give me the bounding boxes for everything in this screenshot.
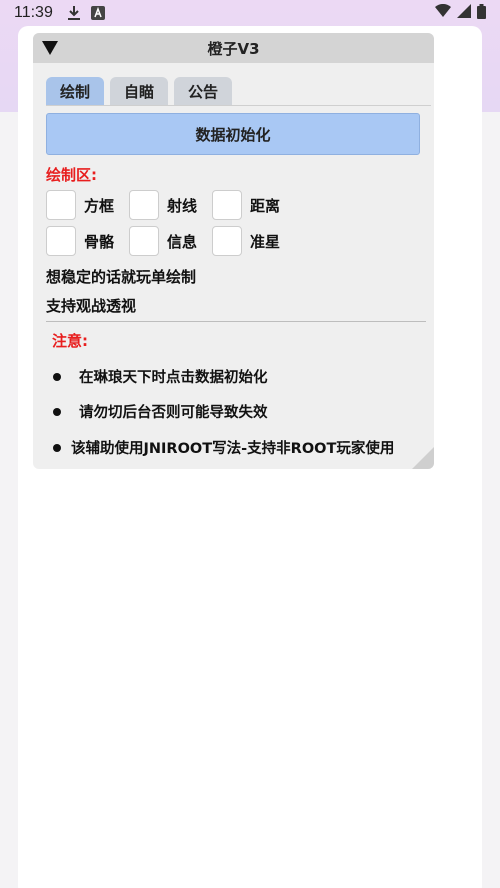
checkbox-row-1: 方框 射线 距离 <box>46 190 295 220</box>
checkbox-label: 距离 <box>250 196 281 215</box>
checkbox-distance[interactable] <box>212 190 242 220</box>
notice-text: 请勿切后台否则可能导致失效 <box>79 405 268 421</box>
window-header[interactable]: 橙子V3 <box>33 33 434 63</box>
status-bar: 11:39 <box>0 0 500 26</box>
download-icon <box>67 5 81 21</box>
status-time: 11:39 <box>14 4 53 21</box>
hint-text-2: 支持观战透视 <box>46 297 137 315</box>
signal-icon <box>457 4 471 22</box>
checkbox-item-box[interactable]: 方框 <box>46 190 129 220</box>
checkbox-item-skeleton[interactable]: 骨骼 <box>46 226 129 256</box>
tab-bar: 绘制 自瞄 公告 <box>46 77 233 105</box>
tab-draw[interactable]: 绘制 <box>46 77 105 105</box>
checkbox-ray[interactable] <box>129 190 159 220</box>
tab-aim[interactable]: 自瞄 <box>110 77 169 105</box>
checkbox-skeleton[interactable] <box>46 226 76 256</box>
window-title: 橙子V3 <box>207 39 260 58</box>
draw-section-label: 绘制区: <box>46 166 97 184</box>
notice-item: 该辅助使用JNIROOT写法-支持非ROOT玩家使用 <box>53 437 394 458</box>
bullet-dot-icon <box>53 443 61 452</box>
checkbox-label: 方框 <box>84 196 115 215</box>
checkbox-label: 准星 <box>250 232 281 251</box>
hint-text-1: 想稳定的话就玩单绘制 <box>46 268 197 286</box>
checkbox-item-ray[interactable]: 射线 <box>129 190 212 220</box>
checkbox-label: 射线 <box>167 196 198 215</box>
battery-icon <box>477 3 486 23</box>
data-init-button[interactable]: 数据初始化 <box>46 113 420 155</box>
notice-item: 请勿切后台否则可能导致失效 <box>53 401 268 422</box>
text-a-icon <box>90 6 105 20</box>
floating-menu-window[interactable]: 橙子V3 绘制 自瞄 公告 数据初始化 绘制区: 方框 射线 距离 骨骼 信息 <box>33 33 434 469</box>
notice-divider <box>46 321 426 322</box>
wifi-icon <box>435 3 451 22</box>
collapse-triangle-icon[interactable] <box>39 37 61 59</box>
bullet-dot-icon <box>53 407 61 416</box>
checkbox-item-distance[interactable]: 距离 <box>212 190 295 220</box>
checkbox-box[interactable] <box>46 190 76 220</box>
checkbox-item-info[interactable]: 信息 <box>129 226 212 256</box>
tab-notice[interactable]: 公告 <box>174 77 233 105</box>
notice-label: 注意: <box>52 332 88 350</box>
tab-divider <box>46 105 431 106</box>
resize-handle-icon[interactable] <box>410 445 434 469</box>
checkbox-info[interactable] <box>129 226 159 256</box>
checkbox-label: 信息 <box>167 232 198 251</box>
notice-item: 在琳琅天下时点击数据初始化 <box>53 366 268 387</box>
notice-text: 在琳琅天下时点击数据初始化 <box>79 370 268 386</box>
checkbox-item-crosshair[interactable]: 准星 <box>212 226 295 256</box>
bullet-dot-icon <box>53 372 61 381</box>
checkbox-label: 骨骼 <box>84 232 115 251</box>
checkbox-row-2: 骨骼 信息 准星 <box>46 226 295 256</box>
checkbox-crosshair[interactable] <box>212 226 242 256</box>
notice-text: 该辅助使用JNIROOT写法-支持非ROOT玩家使用 <box>71 441 395 457</box>
